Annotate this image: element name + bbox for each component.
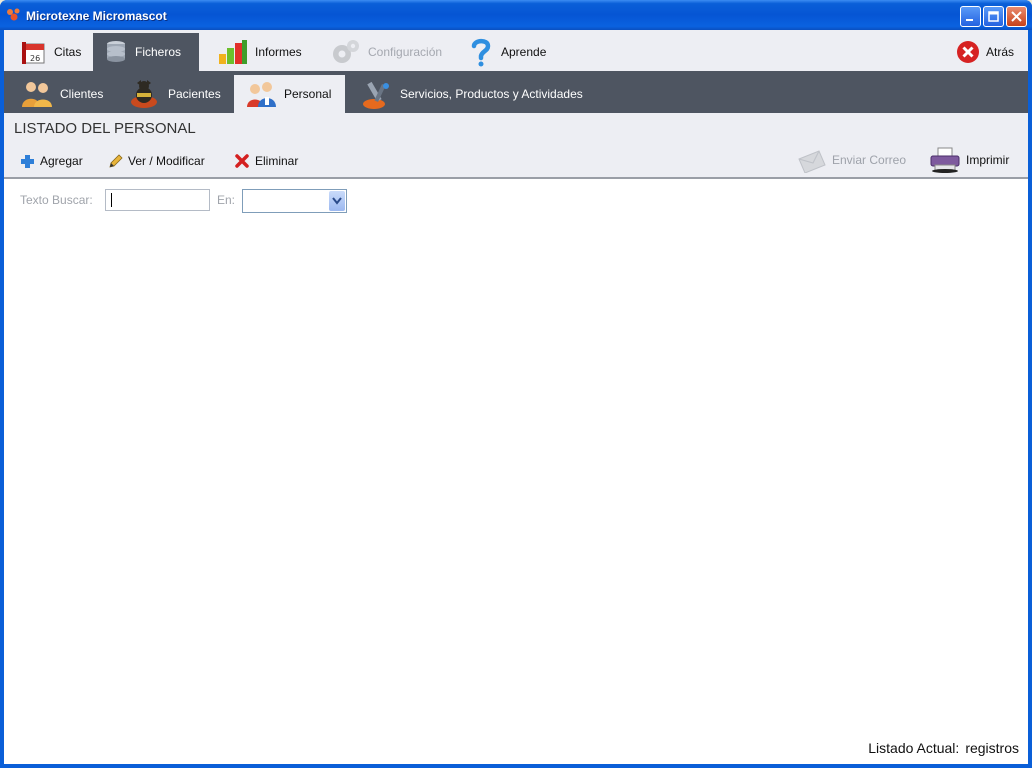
app-icon xyxy=(7,8,20,21)
print-button-label: Imprimir xyxy=(966,153,1010,167)
pencil-icon xyxy=(109,153,123,168)
menu-citas-label: Citas xyxy=(54,45,82,59)
status-bar: Listado Actual: registros xyxy=(868,740,1019,756)
tools-icon xyxy=(363,81,389,109)
menu-configuracion-label: Configuración xyxy=(368,45,443,59)
search-in-label: En: xyxy=(217,193,236,207)
menu-informes-label: Informes xyxy=(255,45,302,59)
gears-icon xyxy=(333,40,359,63)
printer-icon xyxy=(930,147,960,173)
edit-button-label: Ver / Modificar xyxy=(128,154,205,168)
plus-icon xyxy=(21,154,34,168)
pet-icon xyxy=(131,80,157,108)
envelope-icon xyxy=(798,150,826,173)
back-close-icon xyxy=(957,41,979,63)
calendar-icon: 26 xyxy=(22,42,45,64)
close-button[interactable] xyxy=(1006,6,1027,27)
people-icon xyxy=(22,82,52,107)
delete-button[interactable]: Eliminar xyxy=(234,151,298,171)
status-label: Listado Actual: xyxy=(868,740,960,756)
question-icon xyxy=(471,38,491,67)
content-area: Texto Buscar: En: Listado Actual: regist… xyxy=(4,179,1028,764)
bar-chart-icon xyxy=(219,40,247,64)
close-icon xyxy=(1011,11,1022,22)
select-arrow-button[interactable] xyxy=(329,191,345,211)
window-title: Microtexne Micromascot xyxy=(26,9,167,23)
menu-ficheros[interactable]: Ficheros xyxy=(93,33,199,71)
menu-configuracion[interactable]: Configuración xyxy=(320,33,452,71)
page-title: LISTADO DEL PERSONAL xyxy=(14,120,196,137)
text-caret xyxy=(111,193,112,207)
staff-icon xyxy=(247,82,276,107)
menu-citas[interactable]: 26 Citas xyxy=(10,33,91,71)
status-value: registros xyxy=(965,740,1019,756)
tab-personal-label: Personal xyxy=(284,87,332,101)
delete-button-label: Eliminar xyxy=(255,154,299,168)
tab-pacientes-label: Pacientes xyxy=(168,87,221,101)
svg-text:26: 26 xyxy=(30,54,40,63)
page-header: LISTADO DEL PERSONAL Agregar Ver / Modif… xyxy=(4,113,1028,179)
delete-x-icon xyxy=(235,154,249,168)
minimize-button[interactable] xyxy=(960,6,981,27)
search-text-label: Texto Buscar: xyxy=(20,193,93,207)
edit-button[interactable]: Ver / Modificar xyxy=(108,151,205,171)
maximize-icon xyxy=(988,11,999,22)
tab-clientes[interactable]: Clientes xyxy=(10,75,113,113)
menu-aprende[interactable]: Aprende xyxy=(457,33,556,71)
title-bar[interactable]: Microtexne Micromascot xyxy=(0,0,1032,30)
menu-informes[interactable]: Informes xyxy=(207,33,312,71)
search-field-select[interactable] xyxy=(242,189,347,213)
app-window: Microtexne Micromascot 26 Citas Ficheros… xyxy=(0,0,1032,768)
client-area: 26 Citas Ficheros Informes Configuración… xyxy=(4,30,1028,764)
tab-servicios[interactable]: Servicios, Productos y Actividades xyxy=(350,75,593,113)
chevron-down-icon xyxy=(332,197,342,205)
tab-servicios-label: Servicios, Productos y Actividades xyxy=(400,87,583,101)
add-button[interactable]: Agregar xyxy=(20,151,83,171)
search-input[interactable] xyxy=(105,189,210,211)
back-button-label: Atrás xyxy=(986,45,1015,59)
database-icon xyxy=(107,41,125,62)
menu-ficheros-label: Ficheros xyxy=(135,45,182,59)
back-button[interactable]: Atrás xyxy=(948,33,1022,71)
send-email-button[interactable]: Enviar Correo xyxy=(797,147,906,173)
tab-personal[interactable]: Personal xyxy=(234,75,345,113)
add-button-label: Agregar xyxy=(40,154,83,168)
sub-menu: Clientes Pacientes Personal Servicios, P… xyxy=(4,71,1028,113)
maximize-button[interactable] xyxy=(983,6,1004,27)
menu-aprende-label: Aprende xyxy=(501,45,547,59)
send-email-button-label: Enviar Correo xyxy=(832,153,907,167)
tab-pacientes[interactable]: Pacientes xyxy=(118,75,231,113)
tab-clientes-label: Clientes xyxy=(60,87,104,101)
minimize-icon xyxy=(966,19,973,21)
print-button[interactable]: Imprimir xyxy=(929,147,1009,173)
top-menu: 26 Citas Ficheros Informes Configuración… xyxy=(4,30,1028,71)
